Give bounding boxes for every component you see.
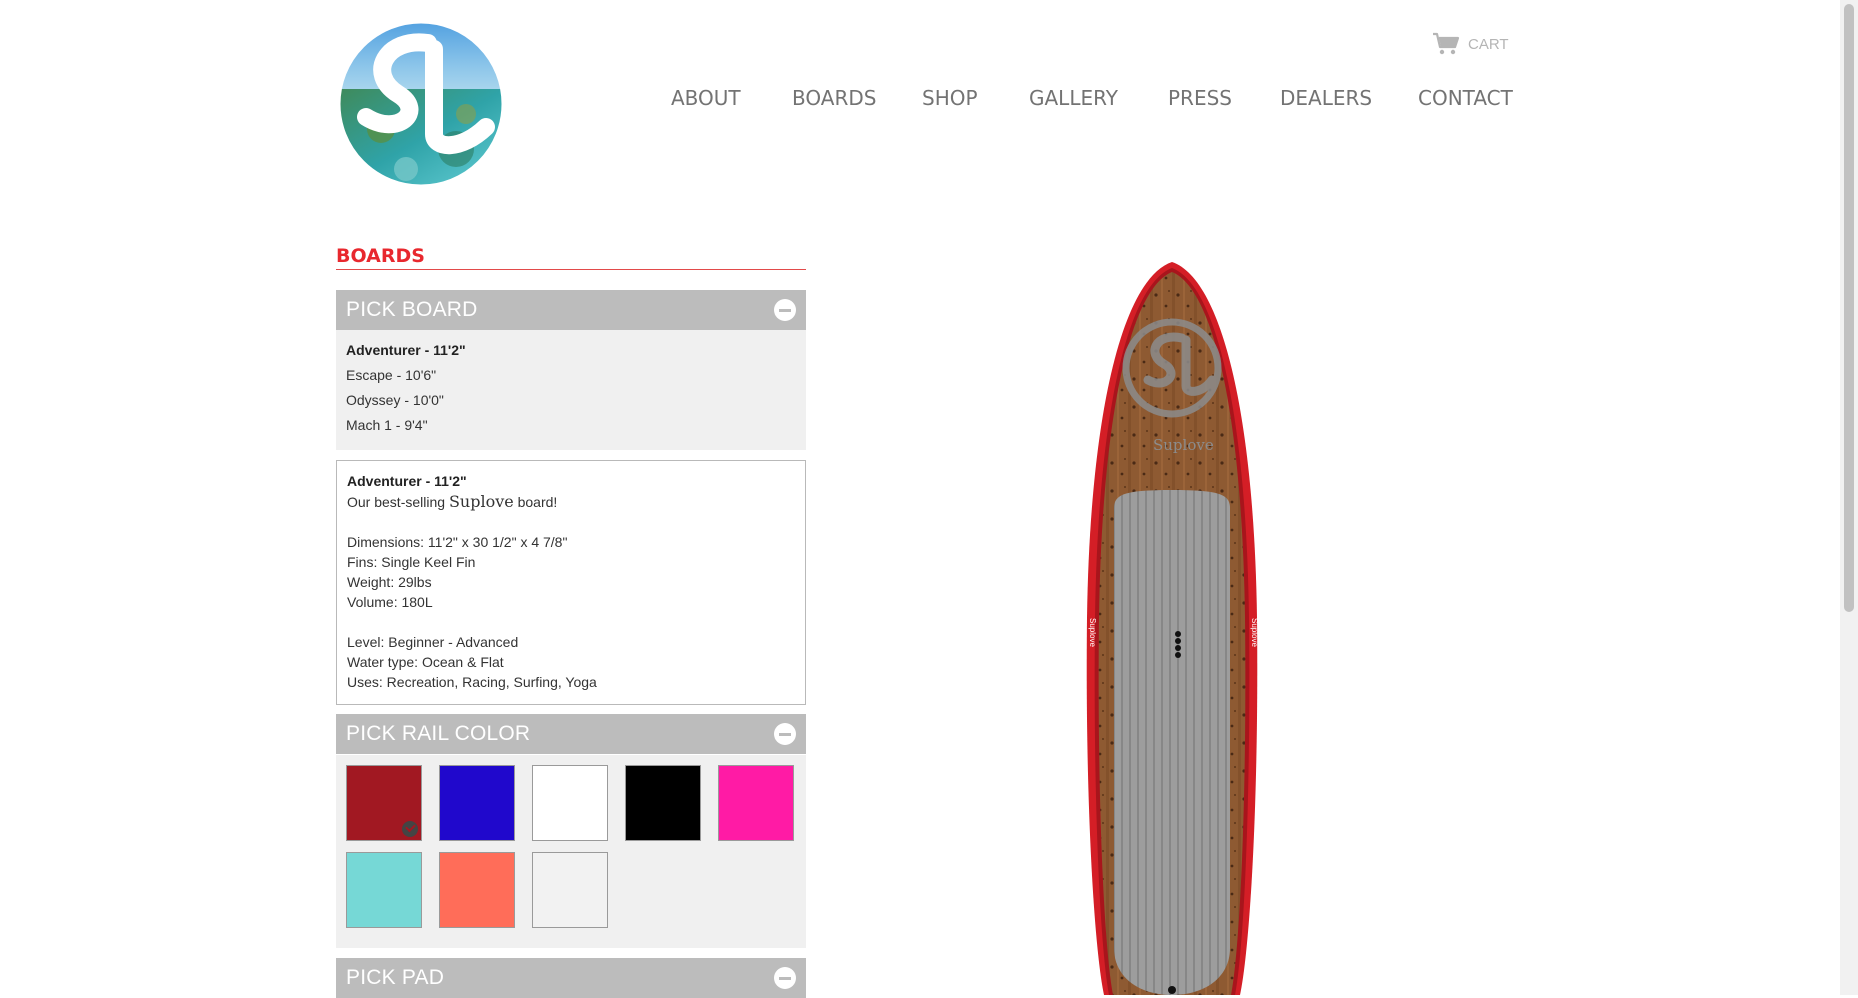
board-traction-pad <box>1114 490 1230 995</box>
nav-press[interactable]: PRESS <box>1168 86 1232 110</box>
tagline-brand: Suplove <box>448 492 514 511</box>
swatch-black[interactable] <box>625 765 701 841</box>
swatch-white[interactable] <box>532 765 608 841</box>
board-preview-image: Suplove Suplove Suplove <box>1086 262 1259 995</box>
details-volume: Volume: 180L <box>347 594 433 610</box>
swatch-blue[interactable] <box>439 765 515 841</box>
collapse-minus-icon[interactable] <box>774 723 796 745</box>
board-option-escape[interactable]: Escape - 10'6" <box>346 367 436 383</box>
board-list: Adventurer - 11'2" Escape - 10'6" Odysse… <box>336 330 806 450</box>
details-uses: Uses: Recreation, Racing, Surfing, Yoga <box>347 674 597 690</box>
board-option-mach-1[interactable]: Mach 1 - 9'4" <box>346 417 428 433</box>
swatch-teal[interactable] <box>346 852 422 928</box>
tagline-suffix: board! <box>513 494 558 510</box>
details-name: Adventurer - 11'2" <box>347 473 467 489</box>
pick-rail-color-title: PICK RAIL COLOR <box>346 722 531 745</box>
nav-about[interactable]: ABOUT <box>671 86 741 110</box>
cart-icon <box>1432 32 1460 56</box>
nav-contact[interactable]: CONTACT <box>1418 86 1513 110</box>
nav-shop[interactable]: SHOP <box>922 86 978 110</box>
page-scrollbar[interactable] <box>1840 0 1858 995</box>
swatch-red[interactable] <box>346 765 422 841</box>
site-logo[interactable] <box>336 19 506 189</box>
details-tagline: Our best-selling Suplove board! <box>347 492 557 511</box>
details-water-type: Water type: Ocean & Flat <box>347 654 504 670</box>
pick-board-title: PICK BOARD <box>346 298 478 321</box>
collapse-minus-icon[interactable] <box>774 967 796 989</box>
pick-rail-color-header[interactable]: PICK RAIL COLOR <box>336 714 806 754</box>
nav-gallery[interactable]: GALLERY <box>1029 86 1118 110</box>
tagline-prefix: Our best-selling <box>347 494 449 510</box>
nav-dealers[interactable]: DEALERS <box>1280 86 1372 110</box>
pick-pad-title: PICK PAD <box>346 966 445 989</box>
details-weight: Weight: 29lbs <box>347 574 432 590</box>
details-dimensions: Dimensions: 11'2" x 30 1/2" x 4 7/8" <box>347 534 568 550</box>
swatch-light-gray[interactable] <box>532 852 608 928</box>
pick-pad-header[interactable]: PICK PAD <box>336 958 806 998</box>
collapse-minus-icon[interactable] <box>774 299 796 321</box>
board-option-adventurer[interactable]: Adventurer - 11'2" <box>346 342 466 358</box>
pick-board-header[interactable]: PICK BOARD <box>336 290 806 330</box>
swatch-pink[interactable] <box>718 765 794 841</box>
board-brand-text: Suplove <box>1153 436 1214 454</box>
rail-color-swatches <box>336 755 806 948</box>
details-level: Level: Beginner - Advanced <box>347 634 519 650</box>
details-fins: Fins: Single Keel Fin <box>347 554 476 570</box>
board-option-odyssey[interactable]: Odyssey - 10'0" <box>346 392 444 408</box>
rail-text-left: Suplove <box>1088 618 1097 647</box>
cart-link[interactable]: CART <box>1432 32 1509 56</box>
swatch-coral[interactable] <box>439 852 515 928</box>
cart-label: CART <box>1468 35 1509 53</box>
scrollbar-thumb[interactable] <box>1844 4 1854 612</box>
rail-text-right: Suplove <box>1250 618 1259 647</box>
nav-boards[interactable]: BOARDS <box>792 86 876 110</box>
board-details: Adventurer - 11'2" Our best-selling Supl… <box>336 460 806 705</box>
checkmark-icon <box>402 821 418 837</box>
section-title: BOARDS <box>336 245 806 270</box>
